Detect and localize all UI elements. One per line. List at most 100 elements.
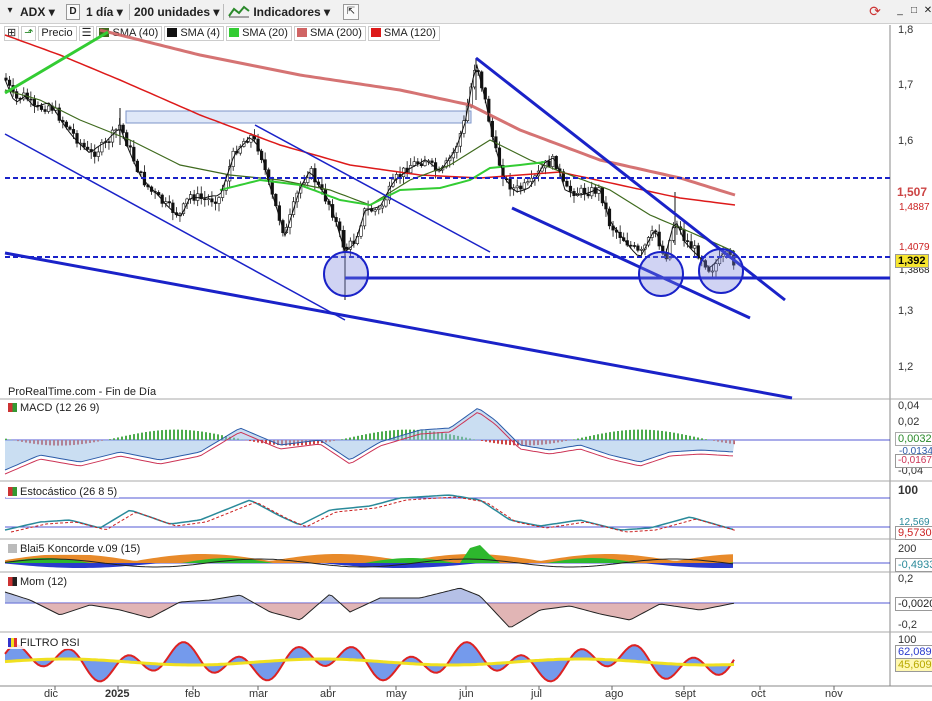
chart-canvas[interactable] (0, 0, 932, 701)
mom-tick: -0,2 (898, 619, 917, 631)
macd-label-text: MACD (12 26 9) (20, 402, 100, 414)
highlight-circle-3[interactable] (698, 248, 744, 294)
macd-bar (345, 438, 347, 440)
x-label: mar (249, 688, 268, 700)
macd-bar (197, 431, 199, 440)
mom-panel-label[interactable]: Mom (12) (6, 576, 70, 588)
macd-bar (637, 429, 639, 440)
candle (96, 151, 100, 157)
rsi-panel-label[interactable]: FILTRO RSI (6, 637, 82, 649)
candle (139, 171, 143, 173)
macd-bar (205, 432, 207, 440)
macd-bar (609, 432, 611, 440)
y-tick: 1,8 (898, 24, 914, 36)
macd-bar (213, 433, 215, 440)
macd-bar (113, 438, 115, 440)
y-tick: 1,2 (898, 361, 914, 373)
rsi-value-2: 45,609 (895, 658, 932, 672)
candle (107, 141, 111, 143)
macd-bar (117, 437, 119, 440)
candle (568, 185, 573, 192)
x-label: ago (605, 688, 624, 700)
koncorde-label-text: Blai5 Koncorde v.09 (15) (20, 543, 141, 555)
macd-bar (665, 431, 667, 440)
candle (245, 141, 250, 143)
resistance-zone[interactable] (125, 110, 472, 124)
candle (7, 79, 12, 86)
candle (632, 245, 636, 247)
macd-bar (109, 439, 111, 440)
candle (586, 193, 590, 197)
rsi-value-1: 62,089 (895, 645, 932, 659)
macd-bar (125, 435, 127, 440)
candle (128, 145, 132, 148)
macd-bar (353, 436, 355, 440)
mom-positive-area (5, 588, 734, 603)
stoch-label-text: Estocástico (26 8 5) (20, 486, 118, 498)
x-axis-ticks (54, 686, 835, 690)
x-label: abr (320, 688, 336, 700)
macd-bar (369, 433, 371, 440)
candle (306, 177, 310, 183)
macd-bar (173, 429, 175, 440)
candle (636, 245, 640, 251)
macd-bar (617, 431, 619, 440)
macd-icon (8, 403, 17, 412)
macd-bar (357, 435, 359, 440)
macd-bar (701, 438, 703, 440)
y-tick: 1,6 (898, 135, 914, 147)
candle (167, 201, 171, 204)
koncorde-icon (8, 544, 17, 553)
macd-bar (381, 431, 383, 440)
candle (68, 126, 72, 130)
macd-bar (689, 435, 691, 440)
candle (86, 146, 90, 150)
candle (213, 201, 218, 204)
candle (522, 182, 526, 190)
candle (380, 205, 384, 209)
candle (43, 109, 47, 112)
macd-bar (157, 430, 159, 440)
koncorde-panel-label[interactable]: Blai5 Koncorde v.09 (15) (6, 543, 143, 555)
macd-bar (145, 431, 147, 440)
macd-bar (641, 429, 643, 440)
macd-bar (497, 440, 499, 444)
y-tick: 1,3 (898, 305, 914, 317)
highlight-circle-1[interactable] (323, 251, 369, 297)
macd-tick: 0,04 (898, 400, 920, 412)
x-label: 2025 (105, 688, 130, 700)
macd-bar (181, 429, 183, 440)
macd-bar (365, 434, 367, 440)
macd-bar (5, 438, 7, 440)
highlight-circle-2[interactable] (638, 251, 684, 297)
macd-bar (373, 432, 375, 440)
macd-value-1: 0,0032 (895, 432, 932, 446)
macd-bar (585, 436, 587, 440)
x-label: oct (751, 688, 766, 700)
macd-bar (629, 429, 631, 440)
macd-bar (169, 429, 171, 440)
macd-bar (681, 434, 683, 440)
candle (565, 180, 569, 187)
macd-bar (625, 430, 627, 440)
macd-bar (485, 440, 487, 442)
mom-label-text: Mom (12) (20, 576, 68, 588)
macd-bar (597, 434, 599, 440)
macd-bar (505, 440, 507, 445)
stoch-panel-label[interactable]: Estocástico (26 8 5) (6, 486, 120, 498)
macd-bar (149, 431, 151, 440)
macd-bar (501, 440, 503, 445)
macd-bar (185, 429, 187, 440)
macd-bar (489, 440, 491, 443)
x-label: dic (44, 688, 59, 700)
macd-panel-label[interactable]: MACD (12 26 9) (6, 402, 102, 414)
macd-bar (153, 430, 155, 440)
candle (384, 199, 388, 207)
macd-bar (649, 429, 651, 440)
macd-bar (189, 430, 191, 440)
candle (412, 161, 416, 166)
candle (338, 221, 342, 231)
macd-bar (645, 429, 647, 440)
macd-bar (697, 437, 699, 440)
macd-tick: 0,02 (898, 416, 920, 428)
